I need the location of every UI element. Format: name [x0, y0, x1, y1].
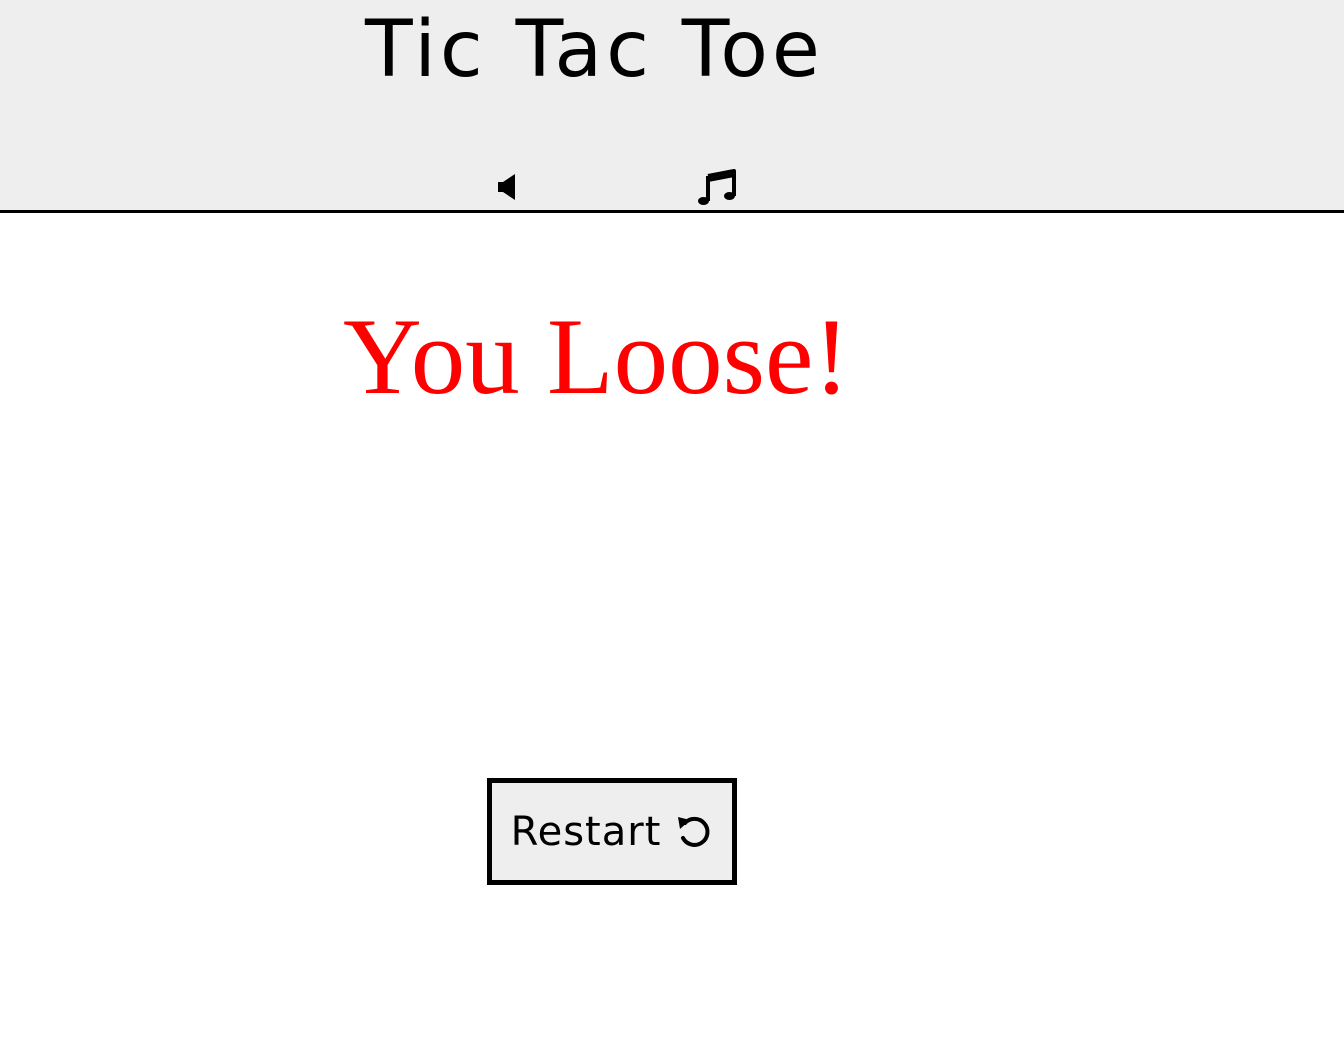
game-header: Tic Tac Toe [0, 0, 1344, 213]
volume-icon [498, 174, 515, 200]
music-toggle-button[interactable] [696, 168, 736, 206]
undo-icon [678, 816, 710, 847]
restart-button[interactable]: Restart [487, 778, 737, 885]
music-note-icon [698, 169, 736, 205]
game-title: Tic Tac Toe [365, 5, 824, 95]
game-result-message: You Loose! [343, 296, 850, 417]
sound-toggle-button[interactable] [487, 168, 527, 206]
restart-label: Restart [510, 808, 662, 855]
